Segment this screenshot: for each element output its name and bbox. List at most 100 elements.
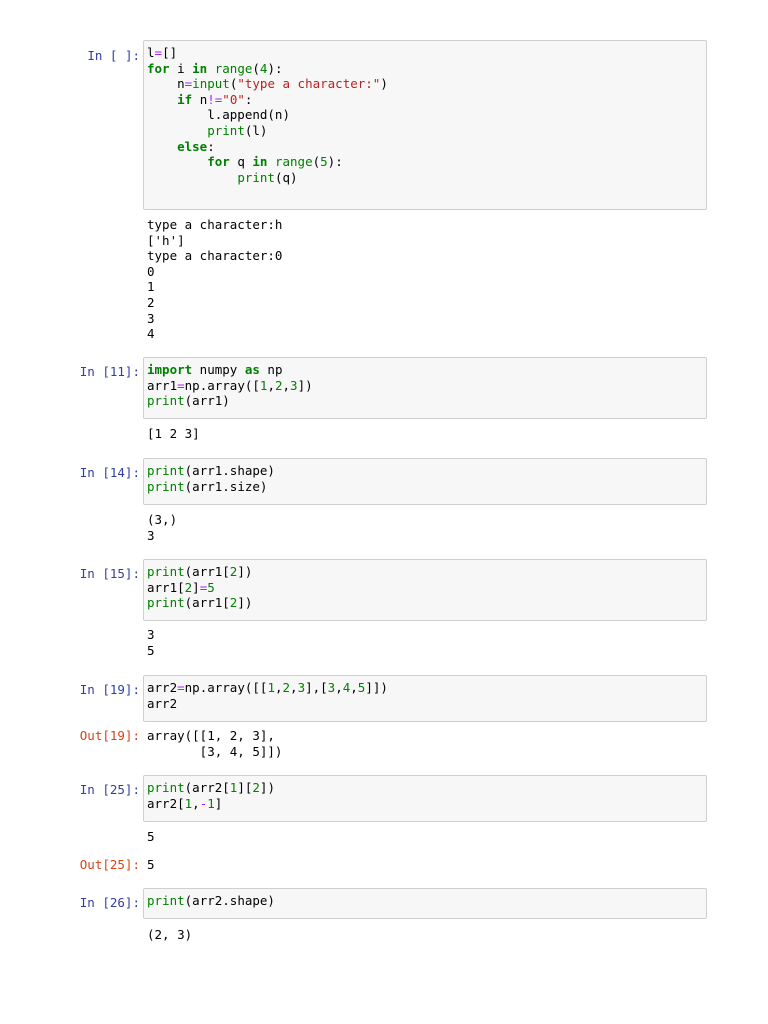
code-editor[interactable]: print(arr2[1][2]) arr2[1,-1] [147, 780, 703, 811]
code-token: ): [267, 60, 283, 76]
code-token: print [147, 893, 185, 908]
code-token: 2 [282, 680, 291, 695]
code-cell[interactable]: import numpy as np arr1=np.array([1,2,3]… [143, 357, 707, 419]
input-prompt: In [14]: [79, 465, 140, 480]
code-token: input [192, 76, 230, 92]
code-token: , [192, 795, 200, 811]
code-token: in [252, 154, 268, 170]
code-cell[interactable]: print(arr1.shape) print(arr1.size) [143, 458, 707, 505]
code-token: = [177, 680, 185, 695]
code-token: 2 [252, 780, 260, 795]
code-editor[interactable]: print(arr1[2]) arr1[2]=5 print(arr1[2]) [147, 564, 703, 611]
cell-result: array([[1, 2, 3], [3, 4, 5]]) [147, 728, 283, 759]
code-token: as [244, 362, 260, 377]
code-token: ],[ [305, 680, 328, 695]
code-token: : [244, 91, 253, 107]
code-token: [] [162, 45, 178, 60]
code-cell[interactable]: arr2=np.array([[1,2,3],[3,4,5]]) arr2 [143, 675, 707, 722]
code-token: , [274, 680, 283, 695]
code-editor[interactable]: print(arr2.shape) [147, 893, 703, 909]
code-token: : [207, 138, 215, 154]
code-token: q [229, 154, 253, 170]
code-token: (arr1[ [184, 595, 230, 611]
code-token: for [147, 60, 170, 76]
code-token: arr2 [147, 680, 178, 695]
code-token: arr1 [147, 377, 178, 393]
cell-stdout: (2, 3) [147, 927, 193, 942]
code-token: , [335, 680, 343, 695]
code-token: 2 [274, 377, 283, 393]
code-cell[interactable]: print(arr2.shape) [143, 888, 707, 919]
input-prompt: In [25]: [79, 782, 140, 797]
input-prompt: In [26]: [79, 895, 140, 910]
code-token: ] [192, 579, 200, 595]
code-editor[interactable]: arr2=np.array([[1,2,3],[3,4,5]]) arr2 [147, 680, 703, 711]
code-token: for [207, 154, 230, 170]
code-token: (arr2[ [184, 780, 230, 795]
code-token: arr2[ [147, 795, 185, 811]
code-token: (arr1.size) [184, 478, 268, 494]
code-token: , [350, 680, 358, 695]
code-token: 1 [267, 680, 275, 695]
code-token: 5 [320, 154, 328, 170]
code-cell[interactable]: print(arr2[1][2]) arr2[1,-1] [143, 775, 707, 822]
input-prompt: In [11]: [79, 364, 140, 379]
code-token: import [147, 362, 193, 377]
input-prompt: In [ ]: [87, 48, 140, 63]
code-token: print [237, 169, 275, 185]
code-token: l.append(n) [147, 107, 290, 123]
code-token: 1 [207, 795, 215, 811]
code-token: ]) [297, 377, 313, 393]
code-token: != [207, 91, 223, 107]
code-token: , [282, 377, 291, 393]
cell-result: 5 [147, 857, 155, 872]
code-token: print [147, 478, 185, 494]
code-token: arr1[ [147, 579, 185, 595]
code-token: (l) [244, 122, 268, 138]
code-token: i [169, 60, 193, 76]
code-token: in [192, 60, 208, 76]
code-token: if [177, 91, 193, 107]
code-token: = [154, 45, 163, 60]
cell-stdout: 3 5 [147, 627, 155, 658]
input-prompt: In [15]: [79, 566, 140, 581]
code-cell[interactable]: l=[] for i in range(4): n=input("type a … [143, 40, 707, 210]
code-token: "type a character:" [237, 76, 381, 92]
code-token: , [267, 377, 275, 393]
code-token: ]) [259, 780, 275, 795]
code-token: print [147, 564, 185, 579]
code-token: numpy [192, 362, 245, 377]
output-prompt: Out[19]: [79, 728, 140, 743]
code-editor[interactable]: print(arr1.shape) print(arr1.size) [147, 463, 703, 494]
code-token: ( [252, 60, 260, 76]
code-token: ][ [237, 780, 253, 795]
code-token: print [147, 595, 185, 611]
code-token: n [192, 91, 208, 107]
code-token: print [207, 122, 245, 138]
code-token: "0" [222, 91, 245, 107]
code-token: 3 [290, 377, 298, 393]
code-token: else [177, 138, 208, 154]
code-editor[interactable]: import numpy as np arr1=np.array([1,2,3]… [147, 362, 703, 409]
code-token: ) [380, 76, 388, 92]
code-token: ): [327, 154, 343, 170]
cell-stdout: type a character:h ['h'] type a characte… [147, 217, 283, 342]
code-token: (arr2.shape) [184, 893, 275, 908]
code-token: ]]) [365, 680, 388, 695]
code-cell[interactable]: print(arr1[2]) arr1[2]=5 print(arr1[2]) [143, 559, 707, 621]
code-token: ]) [237, 564, 253, 579]
code-token: np [259, 362, 283, 377]
code-token: (arr1) [184, 393, 230, 409]
code-token: range [274, 154, 313, 170]
code-token: l [147, 45, 155, 60]
code-token: 3 [297, 680, 306, 695]
code-token: , [290, 680, 298, 695]
code-token: (arr1.shape) [184, 463, 275, 478]
cell-stdout: (3,) 3 [147, 512, 178, 543]
code-editor[interactable]: l=[] for i in range(4): n=input("type a … [147, 45, 703, 185]
